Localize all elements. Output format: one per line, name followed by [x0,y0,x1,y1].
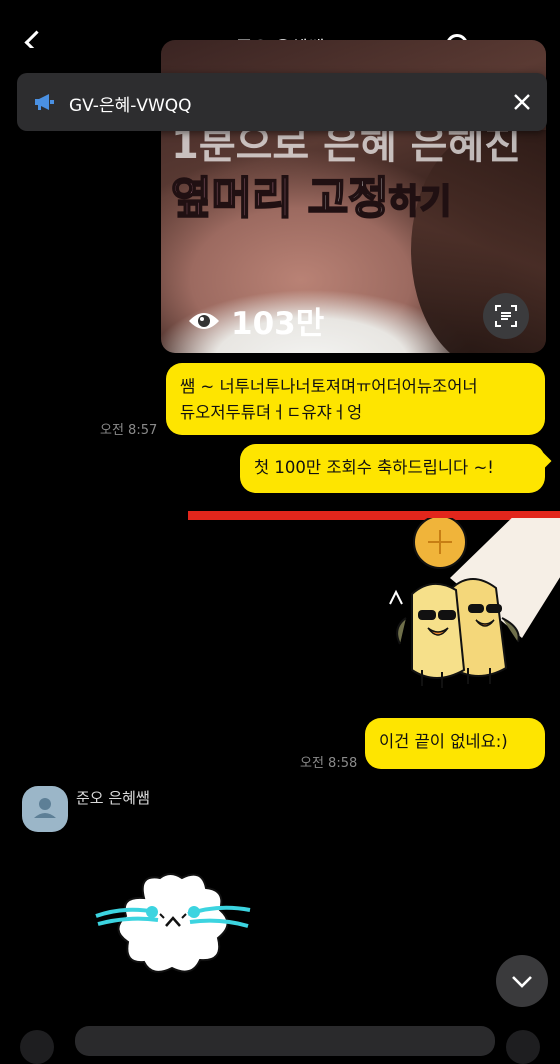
message-bubble[interactable]: 이건 끝이 없네요:) [365,718,545,769]
message-time: 오전 8:57 [100,423,158,438]
close-icon[interactable] [509,89,535,115]
view-count: 103만 [187,298,324,343]
avatar[interactable] [22,786,68,832]
user-icon [34,798,56,818]
message-bubble[interactable]: 첫 100만 조회수 축하드립니다 ~! [240,444,545,493]
thumbnail-title-pink: 옆머리 [170,172,293,225]
thumbnail-title-white: 고정 [307,172,390,225]
message-time: 오전 8:58 [300,756,358,771]
announcement-banner[interactable]: GV-은혜-VWQQ [17,73,547,131]
megaphone-icon [35,94,54,110]
message-text-line2: 듀오저두튜뎌ㅓㄷ유쟈ㅓ엉 [180,403,363,422]
thumbnail-title-line2: 옆머리 고정하기 [170,162,453,226]
add-button[interactable] [20,1030,54,1064]
message-text: 첫 100만 조회수 축하드립니다 ~! [254,458,494,477]
scan-icon [495,305,517,327]
message-text: 이건 끝이 없네요:) [379,732,508,751]
view-count-text: 103만 [231,306,325,342]
eye-icon [189,312,219,329]
chevron-down-icon [512,976,532,988]
emoji-button[interactable] [506,1030,540,1064]
sender-name: 준오 은혜쌤 [76,789,150,807]
thumbnail-title-small: 하기 [388,181,453,223]
message-bubble[interactable]: 쌤 ~ 너투너투나너토져며ㅠ어더어뉴조어너 듀오저두튜뎌ㅓㄷ유쟈ㅓ엉 [166,363,545,435]
duck-sticker-icon[interactable] [372,518,560,690]
scroll-down-button[interactable] [496,955,548,1007]
fluffy-creature-sticker-icon[interactable] [94,868,254,978]
banner-text: GV-은혜-VWQQ [69,96,192,116]
message-input[interactable] [75,1026,495,1056]
scan-text-button[interactable] [483,293,529,339]
message-text-line1: 쌤 ~ 너투너투나너토져며ㅠ어더어뉴조어너 [180,377,478,396]
